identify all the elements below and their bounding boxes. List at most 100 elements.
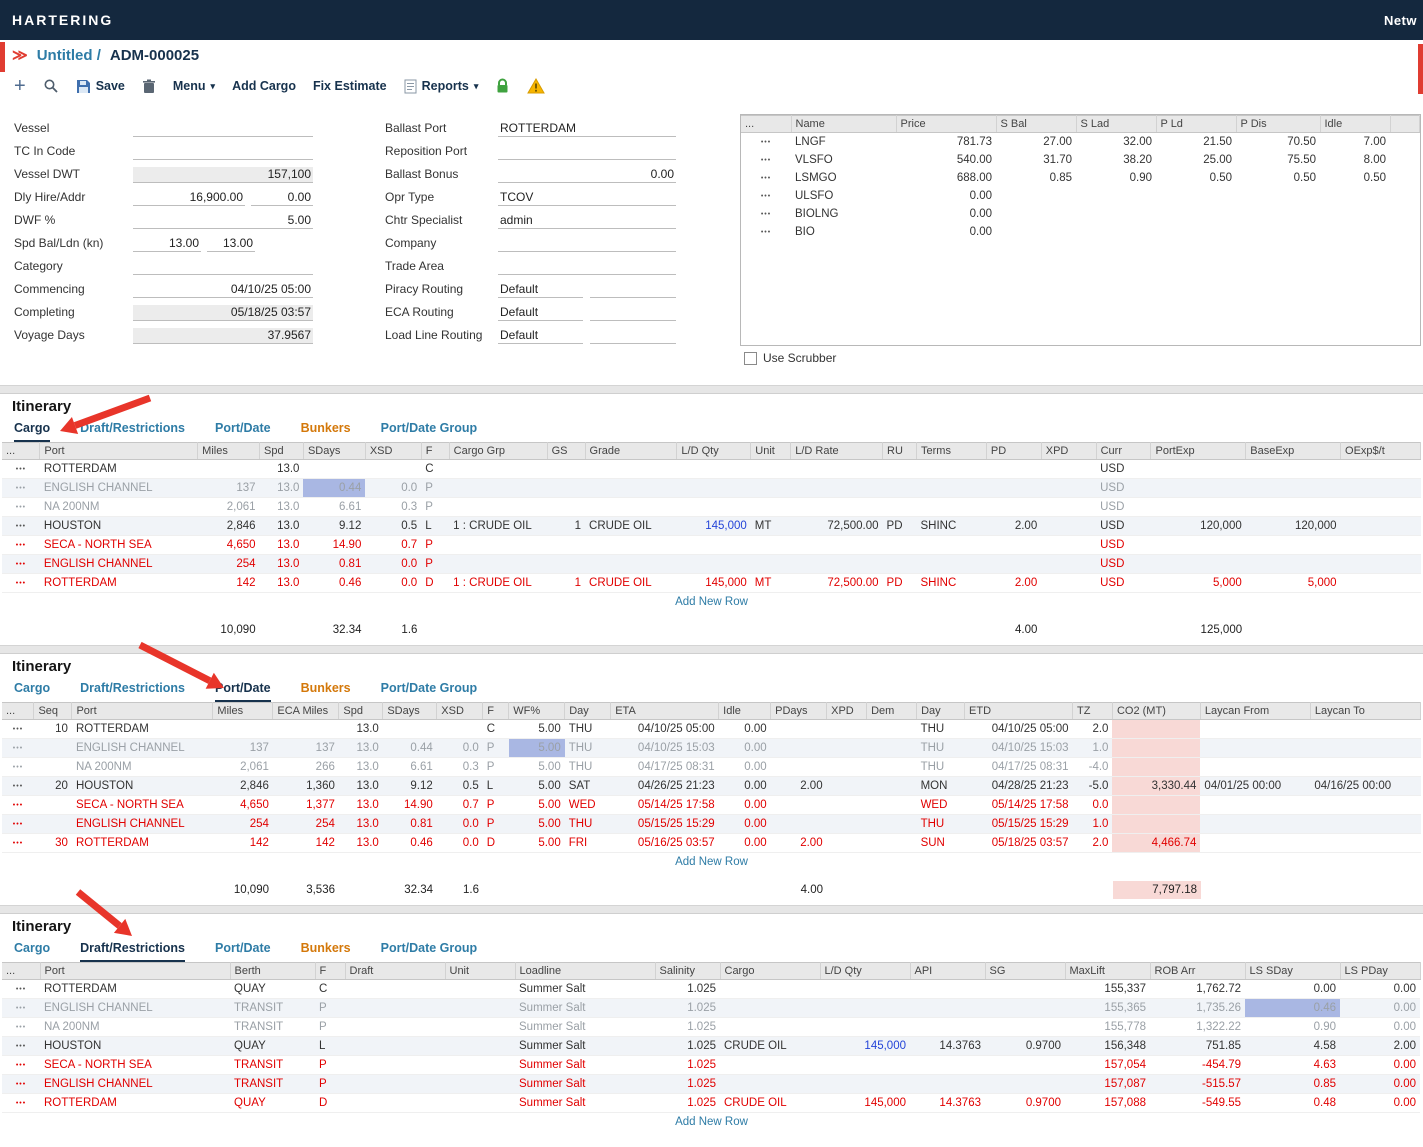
cell-pdays[interactable]: 2.00 <box>771 834 827 853</box>
cell-oexp-t[interactable] <box>1341 574 1421 593</box>
cell-p-ld[interactable]: 21.50 <box>1156 133 1236 152</box>
tab-port-date[interactable]: Port/Date <box>215 941 271 962</box>
section-divider[interactable] <box>0 385 1423 394</box>
cell-rob-arr[interactable]: 751.85 <box>1150 1037 1245 1056</box>
cell-draft[interactable] <box>345 1094 445 1113</box>
cell-ls-pday[interactable]: 0.00 <box>1340 1056 1420 1075</box>
cell-gs[interactable] <box>547 555 585 574</box>
reposition-port-field[interactable] <box>498 144 676 160</box>
add-new-row-link[interactable]: Add New Row <box>2 1113 1421 1131</box>
cell-cargo[interactable] <box>720 999 820 1018</box>
cell-f[interactable]: P <box>421 536 449 555</box>
cell-curr[interactable]: USD <box>1096 460 1151 479</box>
cell-tz[interactable]: 2.0 <box>1073 720 1113 739</box>
cell-day[interactable]: THU <box>565 815 611 834</box>
cell-xpd[interactable] <box>1041 498 1096 517</box>
cell-co2-mt[interactable] <box>1112 739 1200 758</box>
cell-terms[interactable]: SHINC <box>917 517 987 536</box>
row-menu-button[interactable]: ••• <box>741 169 791 187</box>
cell-oexp-t[interactable] <box>1341 460 1421 479</box>
cell-ls-sday[interactable]: 4.63 <box>1245 1056 1340 1075</box>
cell-wf[interactable]: 5.00 <box>509 834 565 853</box>
cell-name[interactable]: LNGF <box>791 133 896 152</box>
cell-xsd[interactable]: 0.5 <box>365 517 421 536</box>
cell-maxlift[interactable]: 155,337 <box>1065 980 1150 999</box>
cell-port[interactable]: ENGLISH CHANNEL <box>40 1075 230 1094</box>
cell-f[interactable]: P <box>421 479 449 498</box>
cell-seq[interactable] <box>34 815 72 834</box>
cell-co2-mt[interactable]: 4,466.74 <box>1112 834 1200 853</box>
cell-xpd[interactable] <box>1041 574 1096 593</box>
cell-l-d-qty[interactable] <box>820 1056 910 1075</box>
cell-ls-pday[interactable]: 0.00 <box>1340 999 1420 1018</box>
cell-maxlift[interactable]: 155,778 <box>1065 1018 1150 1037</box>
cell-berth[interactable]: TRANSIT <box>230 1018 315 1037</box>
cell-cargo[interactable] <box>720 1018 820 1037</box>
cell-f[interactable]: C <box>421 460 449 479</box>
cell-draft[interactable] <box>345 1056 445 1075</box>
cell-f[interactable]: P <box>483 815 509 834</box>
cell-name[interactable]: ULSFO <box>791 187 896 205</box>
cell-f[interactable]: D <box>315 1094 345 1113</box>
cell-salinity[interactable]: 1.025 <box>655 1094 720 1113</box>
cell-miles[interactable] <box>213 720 273 739</box>
cell-rob-arr[interactable]: 1,322.22 <box>1150 1018 1245 1037</box>
cell-api[interactable] <box>910 999 985 1018</box>
cell-spd[interactable]: 13.0 <box>260 574 304 593</box>
section-divider[interactable] <box>0 905 1423 914</box>
cell-eca-miles[interactable]: 142 <box>273 834 339 853</box>
cell-price[interactable]: 0.00 <box>896 187 996 205</box>
cell-api[interactable] <box>910 1075 985 1094</box>
cell-unit[interactable] <box>751 460 791 479</box>
cell-rob-arr[interactable]: -454.79 <box>1150 1056 1245 1075</box>
cell-idle[interactable]: 0.00 <box>719 777 771 796</box>
cell-l-d-qty[interactable]: 145,000 <box>677 517 751 536</box>
cell-port[interactable]: HOUSTON <box>40 517 198 536</box>
cell-pdays[interactable]: 2.00 <box>771 777 827 796</box>
cell-p-ld[interactable] <box>1156 205 1236 223</box>
cell-unit[interactable] <box>751 536 791 555</box>
cell-ls-pday[interactable]: 0.00 <box>1340 1018 1420 1037</box>
row-menu-button[interactable]: ••• <box>2 739 34 758</box>
cell-spd[interactable]: 13.0 <box>260 460 304 479</box>
cell-s-bal[interactable] <box>996 205 1076 223</box>
cell-idle[interactable]: 0.00 <box>719 834 771 853</box>
cell-maxlift[interactable]: 157,088 <box>1065 1094 1150 1113</box>
cell-berth[interactable]: QUAY <box>230 980 315 999</box>
row-menu-button[interactable]: ••• <box>2 1075 40 1094</box>
cell-port[interactable]: NA 200NM <box>40 498 198 517</box>
cell-s-lad[interactable] <box>1076 223 1156 241</box>
cell-port[interactable]: ROTTERDAM <box>40 460 198 479</box>
add-new-row-link[interactable]: Add New Row <box>2 593 1421 611</box>
cell-dem[interactable] <box>867 777 917 796</box>
section-divider[interactable] <box>0 645 1423 654</box>
eca-routing-field-1[interactable]: Default <box>498 305 583 321</box>
cell-p-dis[interactable] <box>1236 205 1320 223</box>
cell-port[interactable]: ENGLISH CHANNEL <box>40 555 198 574</box>
cell-baseexp[interactable]: 120,000 <box>1246 517 1341 536</box>
cell-oexp-t[interactable] <box>1341 498 1421 517</box>
cell-idle[interactable]: 8.00 <box>1320 151 1390 169</box>
cell-salinity[interactable]: 1.025 <box>655 1037 720 1056</box>
cell-miles[interactable]: 2,061 <box>213 758 273 777</box>
cell-spd[interactable]: 13.0 <box>339 739 383 758</box>
row-menu-button[interactable]: ••• <box>2 999 40 1018</box>
cell-f[interactable]: C <box>315 980 345 999</box>
cell-name[interactable]: LSMGO <box>791 169 896 187</box>
cell-ru[interactable] <box>883 460 917 479</box>
row-menu-button[interactable]: ••• <box>2 460 40 479</box>
piracy-routing-field-2[interactable] <box>590 282 676 298</box>
cell-p-dis[interactable] <box>1236 223 1320 241</box>
cell-api[interactable] <box>910 1018 985 1037</box>
cell-tz[interactable]: -5.0 <box>1073 777 1113 796</box>
cell-sdays[interactable]: 0.46 <box>303 574 365 593</box>
save-button[interactable]: Save <box>76 79 125 94</box>
cell-eta[interactable]: 05/15/25 15:29 <box>611 815 719 834</box>
cell-eta[interactable]: 05/16/25 03:57 <box>611 834 719 853</box>
cell-loadline[interactable]: Summer Salt <box>515 1037 655 1056</box>
cell-port[interactable]: ROTTERDAM <box>40 1094 230 1113</box>
cell-xpd[interactable] <box>827 739 867 758</box>
cell-unit[interactable] <box>445 1018 515 1037</box>
row-menu-button[interactable]: ••• <box>2 834 34 853</box>
cell-tz[interactable]: 1.0 <box>1073 815 1113 834</box>
